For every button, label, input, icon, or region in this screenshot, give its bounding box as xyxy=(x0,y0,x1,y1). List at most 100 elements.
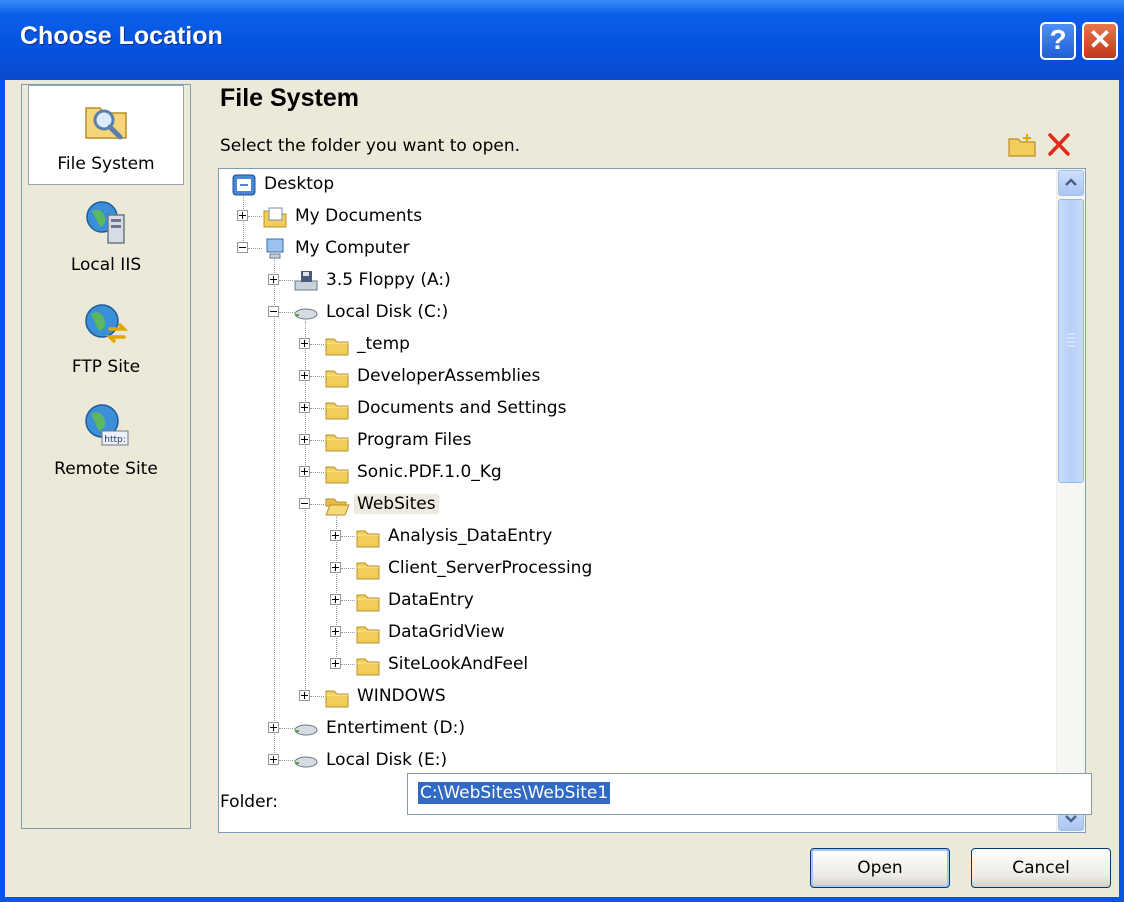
folder-path-input[interactable]: C:\WebSites\WebSite1 xyxy=(407,773,1092,815)
expand-icon[interactable] xyxy=(330,626,341,637)
folder-tree[interactable]: Desktop My Documents My Computer 3.5 Floppy… xyxy=(218,168,1086,833)
tree-node-label: Entertiment (D:) xyxy=(326,718,465,738)
hard-disk-icon xyxy=(293,717,319,741)
folder-icon xyxy=(324,333,350,357)
tree-node[interactable]: WebSites xyxy=(219,491,1049,521)
tree-node[interactable]: Program Files xyxy=(219,427,1049,457)
place-local-iis[interactable]: Local IIS xyxy=(28,187,184,287)
tree-node[interactable]: My Documents xyxy=(219,203,1049,233)
desktop-icon xyxy=(231,173,257,197)
tree-node[interactable]: DeveloperAssemblies xyxy=(219,363,1049,393)
tree-node-label: Analysis_DataEntry xyxy=(388,526,553,546)
tree-node-label: DeveloperAssemblies xyxy=(357,366,541,386)
tree-node-label: Local Disk (C:) xyxy=(326,302,449,322)
tree-node-label: Client_ServerProcessing xyxy=(388,558,593,578)
place-label: Remote Site xyxy=(54,459,158,479)
grip-icon xyxy=(1067,333,1075,347)
tree-node[interactable]: Entertiment (D:) xyxy=(219,715,1049,745)
dialog-body: File System Local IIS FTP Site http: Rem… xyxy=(5,80,1119,897)
tree-node-label: Documents and Settings xyxy=(357,398,567,418)
place-label: Local IIS xyxy=(70,255,142,275)
tree-node-label: Desktop xyxy=(264,174,335,194)
expand-icon[interactable] xyxy=(330,658,341,669)
tree-node-label: My Computer xyxy=(295,238,410,258)
expand-icon[interactable] xyxy=(268,274,279,285)
expand-icon[interactable] xyxy=(299,402,310,413)
tree-node-label: _temp xyxy=(357,334,410,354)
tree-node[interactable]: Analysis_DataEntry xyxy=(219,523,1049,553)
tree-node[interactable]: Sonic.PDF.1.0_Kg xyxy=(219,459,1049,489)
delete-icon[interactable] xyxy=(1045,132,1075,158)
expand-icon[interactable] xyxy=(237,210,248,221)
my-documents-icon xyxy=(262,205,288,229)
folder-icon xyxy=(355,621,381,645)
svg-text:http:: http: xyxy=(104,435,126,445)
tree-node[interactable]: WINDOWS xyxy=(219,683,1049,713)
folder-icon xyxy=(324,397,350,421)
expand-icon[interactable] xyxy=(299,434,310,445)
folder-path-value[interactable]: C:\WebSites\WebSite1 xyxy=(418,782,611,804)
help-button[interactable]: ? xyxy=(1040,22,1076,60)
my-computer-icon xyxy=(262,237,288,261)
remote-site-icon: http: xyxy=(85,404,129,446)
new-folder-icon[interactable] xyxy=(1007,132,1037,158)
collapse-icon[interactable] xyxy=(268,306,279,317)
tree-node[interactable]: Local Disk (C:) xyxy=(219,299,1049,329)
expand-icon[interactable] xyxy=(299,338,310,349)
expand-icon[interactable] xyxy=(299,690,310,701)
tree-node-label: DataEntry xyxy=(388,590,474,610)
collapse-icon[interactable] xyxy=(237,242,248,253)
window-title: Choose Location xyxy=(20,22,223,50)
instruction-text: Select the folder you want to open. xyxy=(220,136,521,156)
expand-icon[interactable] xyxy=(330,562,341,573)
tree-node-label: My Documents xyxy=(295,206,423,226)
tree-node-label: Program Files xyxy=(357,430,472,450)
tree-node[interactable]: SiteLookAndFeel xyxy=(219,651,1049,681)
chevron-up-icon xyxy=(1065,178,1077,186)
collapse-icon[interactable] xyxy=(299,498,310,509)
place-remote-site[interactable]: http: Remote Site xyxy=(28,391,184,491)
expand-icon[interactable] xyxy=(268,722,279,733)
title-bar[interactable]: Choose Location ? ✕ xyxy=(0,0,1124,80)
section-heading: File System xyxy=(220,84,359,112)
expand-icon[interactable] xyxy=(330,594,341,605)
tree-node[interactable]: Desktop xyxy=(219,171,1049,201)
tree-node[interactable]: My Computer xyxy=(219,235,1049,265)
tree-node-label: DataGridView xyxy=(388,622,505,642)
hard-disk-icon xyxy=(293,301,319,325)
open-button[interactable]: Open xyxy=(810,848,950,888)
scroll-up-button[interactable] xyxy=(1058,170,1084,196)
close-button[interactable]: ✕ xyxy=(1082,22,1118,60)
ftp-site-icon xyxy=(85,304,129,343)
tree-scrollbar[interactable] xyxy=(1056,169,1085,832)
place-ftp-site[interactable]: FTP Site xyxy=(28,289,184,389)
folder-icon xyxy=(355,525,381,549)
tree-node-label: WebSites xyxy=(354,494,439,514)
tree-node[interactable]: Client_ServerProcessing xyxy=(219,555,1049,585)
local-iis-icon xyxy=(86,201,125,244)
place-file-system[interactable]: File System xyxy=(28,85,184,185)
folder-icon xyxy=(324,429,350,453)
expand-icon[interactable] xyxy=(299,466,310,477)
tree-node[interactable]: _temp xyxy=(219,331,1049,361)
tree-node[interactable]: 3.5 Floppy (A:) xyxy=(219,267,1049,297)
tree-node[interactable]: Documents and Settings xyxy=(219,395,1049,425)
choose-location-dialog: Choose Location ? ✕ File System Local II… xyxy=(0,0,1124,902)
expand-icon[interactable] xyxy=(330,530,341,541)
folder-icon xyxy=(324,685,350,709)
tree-node[interactable]: DataEntry xyxy=(219,587,1049,617)
place-label: FTP Site xyxy=(71,357,141,377)
tree-node-label: Local Disk (E:) xyxy=(326,750,448,770)
tree-node-label: WINDOWS xyxy=(357,686,446,706)
places-bar: File System Local IIS FTP Site http: Rem… xyxy=(21,84,191,829)
expand-icon[interactable] xyxy=(268,754,279,765)
scroll-thumb[interactable] xyxy=(1058,199,1084,483)
tree-node-label: 3.5 Floppy (A:) xyxy=(326,270,451,290)
tree-node[interactable]: DataGridView xyxy=(219,619,1049,649)
expand-icon[interactable] xyxy=(299,370,310,381)
place-label: File System xyxy=(57,154,155,174)
folder-label: Folder: xyxy=(220,792,278,812)
hard-disk-icon xyxy=(293,749,319,773)
cancel-button[interactable]: Cancel xyxy=(971,848,1111,888)
folder-icon xyxy=(324,365,350,389)
